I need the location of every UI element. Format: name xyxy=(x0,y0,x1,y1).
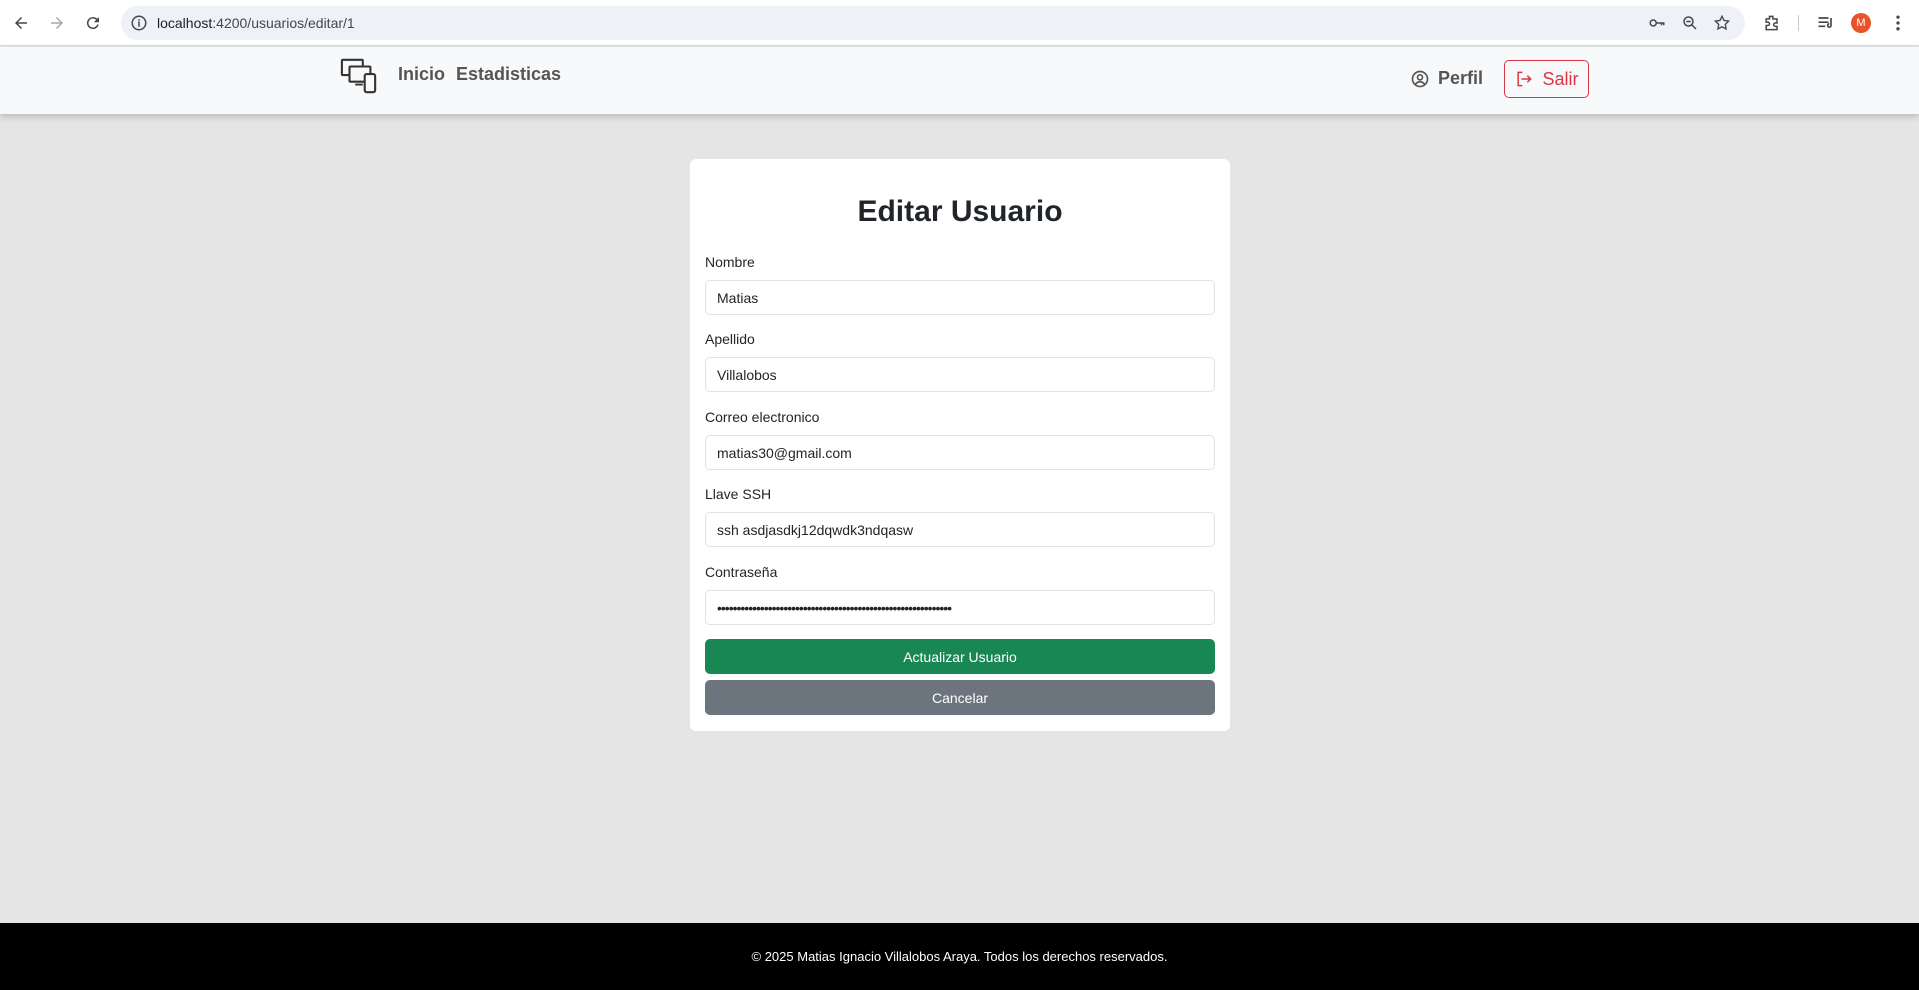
browser-toolbar: localhost:4200/usuarios/editar/1 M xyxy=(0,0,1919,46)
ssh-key-input[interactable] xyxy=(705,512,1215,547)
url-host: localhost xyxy=(157,15,213,31)
logout-button[interactable]: Salir xyxy=(1504,60,1589,98)
logout-icon xyxy=(1517,71,1533,87)
password-label: Contraseña xyxy=(705,564,778,580)
app-navbar: Inicio Estadisticas Perfil Salir xyxy=(0,47,1919,114)
url-text: localhost:4200/usuarios/editar/1 xyxy=(157,15,355,31)
email-input[interactable] xyxy=(705,435,1215,470)
reload-icon xyxy=(86,17,99,30)
site-info-icon[interactable] xyxy=(130,14,148,32)
profile-link[interactable]: Perfil xyxy=(1410,68,1483,89)
nombre-input[interactable] xyxy=(705,280,1215,315)
arrow-right-icon xyxy=(51,17,63,29)
nav-estadisticas-link[interactable]: Estadisticas xyxy=(456,64,561,85)
zoom-icon[interactable] xyxy=(1681,14,1699,32)
media-controls-icon[interactable] xyxy=(1816,13,1836,33)
address-bar[interactable]: localhost:4200/usuarios/editar/1 xyxy=(121,6,1745,40)
edit-user-card: Editar Usuario Nombre Apellido Correo el… xyxy=(690,159,1230,731)
devices-icon[interactable] xyxy=(340,57,378,95)
apellido-input[interactable] xyxy=(705,357,1215,392)
user-circle-icon xyxy=(1411,70,1429,87)
password-input[interactable] xyxy=(705,590,1215,625)
bookmark-star-icon[interactable] xyxy=(1713,14,1731,32)
apellido-label: Apellido xyxy=(705,331,755,347)
update-user-button[interactable]: Actualizar Usuario xyxy=(705,639,1215,674)
cancel-button[interactable]: Cancelar xyxy=(705,680,1215,715)
forward-button[interactable] xyxy=(39,5,75,41)
nav-inicio-link[interactable]: Inicio xyxy=(398,64,445,85)
ssh-key-label: Llave SSH xyxy=(705,486,772,502)
toolbar-separator xyxy=(1798,15,1799,31)
logout-label: Salir xyxy=(1542,68,1579,89)
more-menu-icon[interactable] xyxy=(1888,13,1908,33)
url-path: :4200/usuarios/editar/1 xyxy=(212,15,355,31)
profile-avatar[interactable]: M xyxy=(1851,13,1871,33)
nombre-label: Nombre xyxy=(705,254,755,270)
reload-button[interactable] xyxy=(75,5,111,41)
back-button[interactable] xyxy=(3,5,39,41)
page-footer: © 2025 Matias Ignacio Villalobos Araya. … xyxy=(0,923,1919,990)
page-title: Editar Usuario xyxy=(857,195,1063,228)
password-key-icon[interactable] xyxy=(1648,14,1666,32)
arrow-left-icon xyxy=(15,17,27,29)
extensions-icon[interactable] xyxy=(1762,13,1782,33)
email-label: Correo electronico xyxy=(705,409,820,425)
profile-label: Perfil xyxy=(1438,68,1484,88)
copyright-text: © 2025 Matias Ignacio Villalobos Araya. … xyxy=(751,949,1168,964)
